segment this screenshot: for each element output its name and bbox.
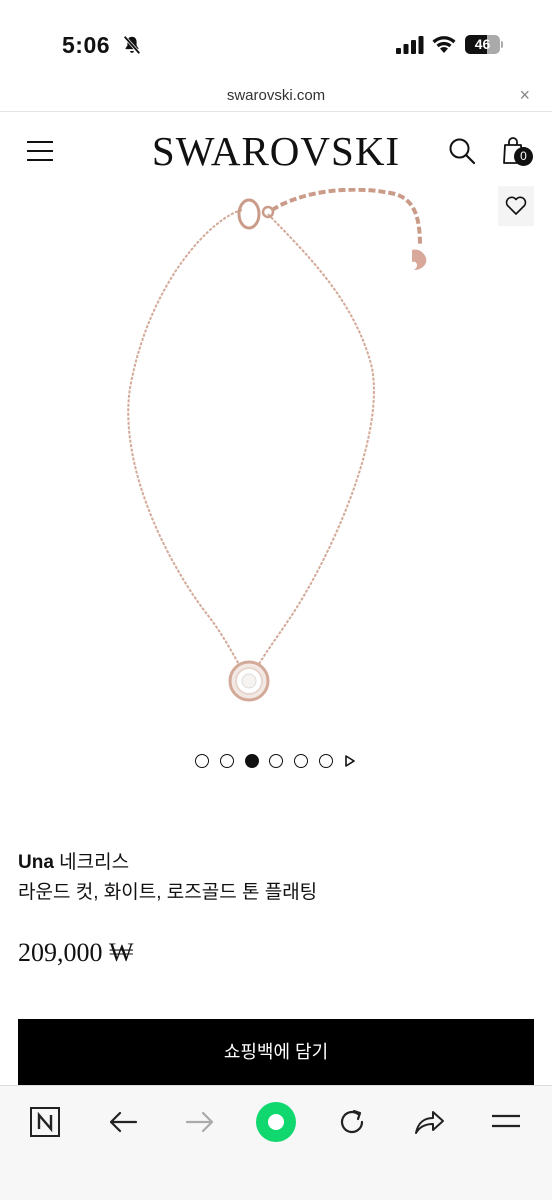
- status-bar: 5:06 46: [0, 0, 552, 86]
- wishlist-button[interactable]: [498, 186, 534, 226]
- bag-icon[interactable]: 0: [500, 135, 534, 167]
- carousel-dot[interactable]: [220, 754, 234, 768]
- url-text[interactable]: swarovski.com: [0, 87, 552, 104]
- battery-icon: 46: [465, 35, 503, 54]
- signal-icon: [396, 36, 424, 54]
- product-name-bold: Una: [18, 852, 54, 873]
- share-icon[interactable]: [409, 1102, 449, 1142]
- product-name: Una 네크리스: [18, 850, 129, 875]
- add-to-bag-button[interactable]: 쇼핑백에 담기: [18, 1019, 534, 1085]
- browser-toolbar: [0, 1085, 552, 1200]
- battery-level: 46: [474, 36, 491, 52]
- reload-icon[interactable]: [332, 1102, 372, 1142]
- status-time: 5:06: [62, 32, 111, 58]
- carousel-dot[interactable]: [195, 754, 209, 768]
- forward-arrow-icon[interactable]: [180, 1102, 220, 1142]
- url-bar[interactable]: swarovski.com ×: [0, 85, 552, 112]
- carousel-dot[interactable]: [269, 754, 283, 768]
- heart-icon: [505, 196, 527, 215]
- carousel-dot[interactable]: [294, 754, 308, 768]
- product-variant: 라운드 컷, 화이트, 로즈골드 톤 플래팅: [18, 882, 318, 903]
- search-icon[interactable]: [448, 137, 476, 165]
- menu-icon[interactable]: [486, 1102, 526, 1142]
- wifi-icon: [432, 36, 456, 53]
- product-price: 209,000 ₩: [18, 938, 134, 967]
- play-icon[interactable]: [344, 754, 356, 768]
- product-image[interactable]: [0, 187, 552, 728]
- n-logo-icon[interactable]: [25, 1102, 65, 1142]
- carousel-dot-active[interactable]: [245, 754, 259, 768]
- carousel-dots: [0, 752, 552, 770]
- site-header: SWAROVSKI 0: [0, 113, 552, 188]
- bell-off-icon: [123, 35, 141, 55]
- product-name-rest: 네크리스: [53, 852, 130, 873]
- close-icon[interactable]: ×: [519, 85, 530, 106]
- necklace-illustration: [127, 187, 427, 702]
- home-dot-icon[interactable]: [256, 1102, 296, 1142]
- bag-count-badge: 0: [514, 147, 533, 166]
- carousel-dot[interactable]: [319, 754, 333, 768]
- back-arrow-icon[interactable]: [103, 1102, 143, 1142]
